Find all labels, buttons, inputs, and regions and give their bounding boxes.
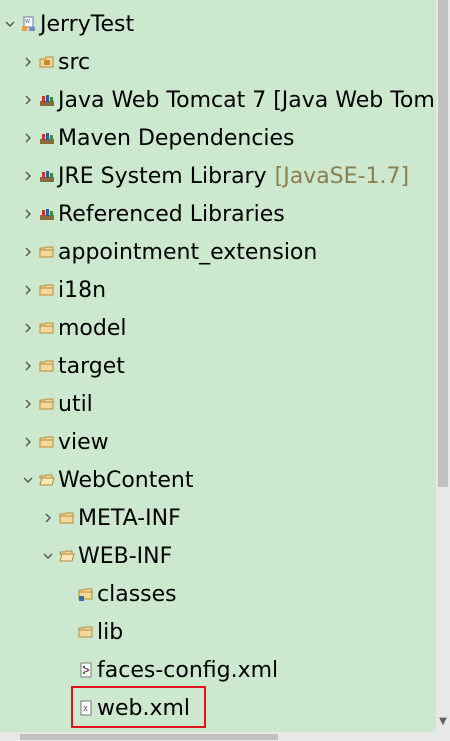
chevron-right-icon[interactable] bbox=[21, 397, 35, 411]
tree-item-label: classes bbox=[97, 581, 177, 607]
chevron-down-icon[interactable] bbox=[41, 549, 55, 563]
vertical-scrollbar-thumb[interactable] bbox=[438, 0, 448, 487]
folder-icon bbox=[39, 320, 55, 336]
chevron-right-icon[interactable] bbox=[21, 131, 35, 145]
chevron-right-icon[interactable] bbox=[21, 435, 35, 449]
folder-icon bbox=[39, 396, 55, 412]
tree-item-label: model bbox=[58, 315, 127, 341]
source-folder-icon bbox=[39, 54, 55, 70]
tree-item-label: WebContent bbox=[58, 467, 194, 493]
tree-item-label: Java Web Tomcat 7 [Java Web Tomcat 7] bbox=[58, 87, 436, 113]
java-web-project-icon: W bbox=[21, 16, 37, 32]
tree-item-model[interactable]: model bbox=[0, 309, 436, 347]
chevron-right-icon[interactable] bbox=[21, 207, 35, 221]
tree-item-web-xml[interactable]: X web.xml bbox=[0, 689, 436, 727]
library-icon bbox=[39, 206, 55, 222]
horizontal-scrollbar[interactable] bbox=[0, 732, 436, 741]
tree-item-label: Maven Dependencies bbox=[58, 125, 295, 151]
tree-item-label: lib bbox=[97, 619, 124, 645]
horizontal-scrollbar-thumb[interactable] bbox=[20, 734, 278, 740]
jre-version-decoration: [JavaSE-1.7] bbox=[274, 163, 410, 189]
folder-icon bbox=[39, 434, 55, 450]
tree-item-label: util bbox=[58, 391, 93, 417]
folder-icon bbox=[39, 244, 55, 260]
tree-item-maven-dependencies[interactable]: Maven Dependencies bbox=[0, 119, 436, 157]
chevron-right-icon[interactable] bbox=[21, 93, 35, 107]
tree-item-label: target bbox=[58, 353, 125, 379]
svg-text:W: W bbox=[25, 19, 30, 25]
chevron-right-icon[interactable] bbox=[21, 55, 35, 69]
library-icon bbox=[39, 168, 55, 184]
tree-item-label: src bbox=[58, 49, 91, 75]
chevron-right-icon[interactable] bbox=[21, 245, 35, 259]
tree-item-label: JerryTest bbox=[40, 11, 135, 37]
highlight-box bbox=[71, 686, 206, 728]
tree-item-label: view bbox=[58, 429, 109, 455]
folder-icon bbox=[59, 510, 75, 526]
scroll-down-arrow-icon[interactable]: ▼ bbox=[436, 712, 450, 730]
tree-item-classes[interactable]: classes bbox=[0, 575, 436, 613]
tree-item-lib[interactable]: lib bbox=[0, 613, 436, 651]
tree-item-label: JRE System Library bbox=[58, 163, 267, 189]
faces-config-file-icon bbox=[78, 662, 94, 678]
chevron-right-icon[interactable] bbox=[21, 169, 35, 183]
library-icon bbox=[39, 92, 55, 108]
tree-item-label: faces-config.xml bbox=[97, 657, 279, 683]
tree-item-webcontent[interactable]: WebContent bbox=[0, 461, 436, 499]
tree-item-util[interactable]: util bbox=[0, 385, 436, 423]
tree-item-label: appointment_extension bbox=[58, 239, 318, 265]
tree-item-java-web-tomcat[interactable]: Java Web Tomcat 7 [Java Web Tomcat 7] bbox=[0, 81, 436, 119]
folder-icon bbox=[39, 282, 55, 298]
tree-item-jerrytest[interactable]: W JerryTest bbox=[0, 5, 436, 43]
tree-item-label: i18n bbox=[58, 277, 107, 303]
tree-item-appointment-extension[interactable]: appointment_extension bbox=[0, 233, 436, 271]
folder-open-icon bbox=[39, 472, 55, 488]
folder-icon bbox=[78, 624, 94, 640]
chevron-right-icon[interactable] bbox=[21, 321, 35, 335]
folder-icon bbox=[39, 358, 55, 374]
tree-item-web-inf[interactable]: WEB-INF bbox=[0, 537, 436, 575]
chevron-down-icon[interactable] bbox=[21, 473, 35, 487]
tree-item-label: Referenced Libraries bbox=[58, 201, 285, 227]
chevron-down-icon[interactable] bbox=[3, 17, 17, 31]
classes-folder-icon bbox=[78, 586, 94, 602]
folder-open-icon bbox=[59, 548, 75, 564]
project-explorer-tree: W JerryTest src Java Web Tomcat 7 [Java … bbox=[0, 0, 436, 732]
chevron-right-icon[interactable] bbox=[21, 283, 35, 297]
tree-item-src[interactable]: src bbox=[0, 43, 436, 81]
vertical-scrollbar[interactable]: ▼ bbox=[436, 0, 450, 741]
tree-item-target[interactable]: target bbox=[0, 347, 436, 385]
chevron-right-icon[interactable] bbox=[21, 359, 35, 373]
tree-item-meta-inf[interactable]: META-INF bbox=[0, 499, 436, 537]
library-icon bbox=[39, 130, 55, 146]
tree-item-jre-system-library[interactable]: JRE System Library [JavaSE-1.7] bbox=[0, 157, 436, 195]
chevron-right-icon[interactable] bbox=[41, 511, 55, 525]
tree-item-i18n[interactable]: i18n bbox=[0, 271, 436, 309]
tree-item-faces-config[interactable]: faces-config.xml bbox=[0, 651, 436, 689]
tree-item-view[interactable]: view bbox=[0, 423, 436, 461]
tree-item-label: WEB-INF bbox=[78, 543, 173, 569]
tree-item-label: META-INF bbox=[78, 505, 181, 531]
tree-item-referenced-libraries[interactable]: Referenced Libraries bbox=[0, 195, 436, 233]
